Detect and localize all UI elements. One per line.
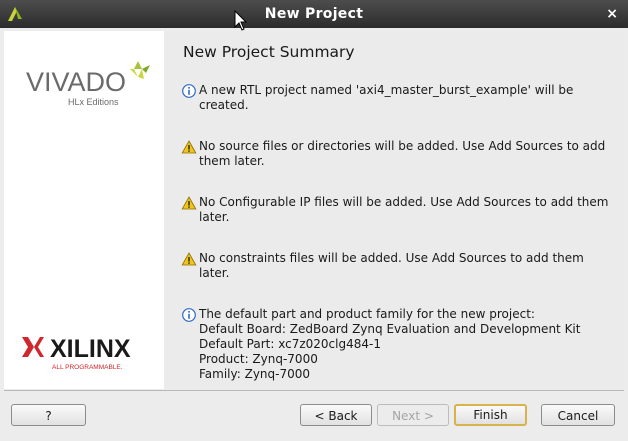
summary-panel: New Project Summary A new RTL project na… bbox=[165, 31, 624, 389]
branding-sidebar: VIVADO HLx Editions XILINX ALL PROGRAMMA… bbox=[4, 31, 164, 389]
summary-message-text: No Configurable IP files will be added. … bbox=[199, 195, 609, 224]
info-icon bbox=[182, 308, 196, 322]
summary-message: A new RTL project named 'axi4_master_bur… bbox=[181, 83, 621, 113]
footer-divider bbox=[4, 390, 624, 391]
summary-message-text: A new RTL project named 'axi4_master_bur… bbox=[199, 83, 574, 112]
xilinx-logo-tagline: ALL PROGRAMMABLE. bbox=[52, 364, 123, 371]
vivado-logo-subtext: HLx Editions bbox=[68, 97, 119, 107]
close-icon[interactable]: × bbox=[606, 6, 618, 22]
new-project-dialog: New Project × VIVADO HLx Editions XILINX bbox=[0, 0, 628, 441]
summary-message: No Configurable IP files will be added. … bbox=[181, 195, 621, 225]
help-button[interactable]: ? bbox=[11, 404, 86, 426]
summary-messages[interactable]: A new RTL project named 'axi4_master_bur… bbox=[181, 83, 621, 381]
cancel-button[interactable]: Cancel bbox=[541, 404, 615, 426]
summary-message-text: No constraints files will be added. Use … bbox=[199, 251, 584, 280]
title-bar: New Project × bbox=[0, 0, 628, 28]
finish-button[interactable]: Finish bbox=[454, 404, 527, 426]
mouse-pointer-icon bbox=[234, 10, 248, 31]
warning-icon bbox=[181, 196, 197, 210]
summary-message: No source files or directories will be a… bbox=[181, 139, 621, 169]
summary-message: The default part and product family for … bbox=[181, 307, 621, 381]
window-title: New Project bbox=[264, 6, 364, 22]
page-title: New Project Summary bbox=[183, 43, 355, 61]
xilinx-logo-text: XILINX bbox=[50, 335, 131, 363]
summary-message-text: No source files or directories will be a… bbox=[199, 139, 606, 168]
back-button[interactable]: < Back bbox=[300, 404, 372, 426]
vivado-logo-text: VIVADO bbox=[26, 67, 126, 97]
info-icon bbox=[182, 84, 196, 98]
warning-icon bbox=[181, 140, 197, 154]
xilinx-logo: XILINX ALL PROGRAMMABLE. bbox=[22, 335, 131, 371]
next-button: Next > bbox=[377, 404, 449, 426]
vivado-logo: VIVADO HLx Editions bbox=[26, 61, 150, 107]
summary-message: No constraints files will be added. Use … bbox=[181, 251, 621, 281]
summary-message-text: The default part and product family for … bbox=[199, 307, 581, 381]
warning-icon bbox=[181, 252, 197, 266]
